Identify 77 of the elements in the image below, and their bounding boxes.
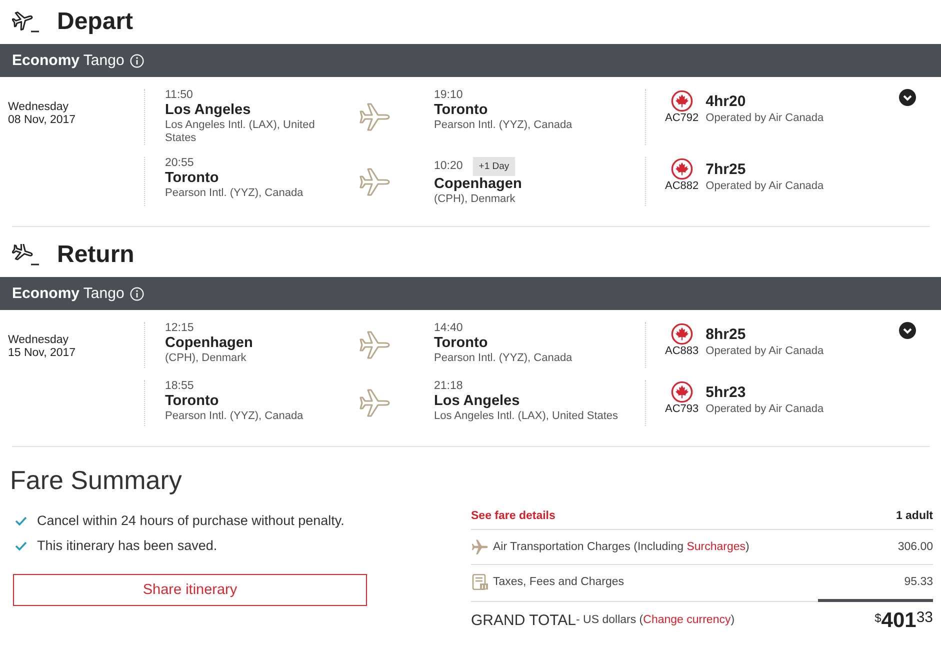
check-icon <box>15 516 27 526</box>
share-itinerary-button[interactable]: Share itinerary <box>13 574 367 606</box>
operator-text: Operated by Air Canada <box>706 403 825 415</box>
departure-city: Toronto <box>165 393 219 410</box>
travel-date: 15 Nov, 2017 <box>8 347 77 360</box>
flight-number: AC792 <box>665 112 699 124</box>
currency-note: - US dollars (Change currency) <box>576 614 735 626</box>
departure-airport: Los Angeles Intl. (LAX), United States <box>165 119 316 145</box>
arrival-time: 21:18 <box>434 380 463 393</box>
departure-airport: (CPH), Denmark <box>165 352 246 365</box>
plane-icon <box>359 329 391 361</box>
travel-date: 08 Nov, 2017 <box>8 114 77 127</box>
surcharges-link[interactable]: Surcharges <box>686 541 746 553</box>
flight-number: AC883 <box>665 345 699 357</box>
charge-label: Taxes, Fees and Charges <box>493 576 624 588</box>
departure-time: 18:55 <box>165 380 194 393</box>
fare-class-label: Economy Tango <box>12 52 124 69</box>
departure-city: Copenhagen <box>165 335 253 352</box>
info-icon[interactable] <box>130 54 144 68</box>
operator-text: Operated by Air Canada <box>706 345 825 357</box>
maple-leaf-icon <box>670 158 693 180</box>
flight-duration: 7hr25 <box>706 160 747 178</box>
flight-number: AC793 <box>665 403 699 415</box>
chevron-down-icon[interactable] <box>899 322 916 339</box>
day-offset-badge: +1 Day <box>472 157 516 176</box>
plane-icon <box>359 166 391 198</box>
plane-icon <box>471 539 489 555</box>
departure-time: 11:50 <box>165 89 193 102</box>
flight-duration: 4hr20 <box>706 92 747 110</box>
passenger-count: 1 adult <box>896 510 933 522</box>
departure-time: 12:15 <box>165 322 194 335</box>
chevron-down-icon[interactable] <box>899 89 916 106</box>
arrival-time: 14:40 <box>434 322 463 335</box>
arrival-airport: Pearson Intl. (YYZ), Canada <box>434 352 572 365</box>
calculator-icon <box>471 574 489 590</box>
arrival-airport: Pearson Intl. (YYZ), Canada <box>434 119 572 132</box>
arrival-airport: Los Angeles Intl. (LAX), United States <box>434 410 618 423</box>
note-text: Cancel within 24 hours of purchase without penalty. <box>37 513 344 528</box>
arrival-city: Copenhagen <box>434 176 522 193</box>
arrival-time: 10:20 <box>434 160 463 173</box>
departure-city: Los Angeles <box>165 102 251 119</box>
charge-amount: 95.33 <box>904 576 933 588</box>
weekday-text: Wednesday <box>8 334 70 347</box>
departure-airport: Pearson Intl. (YYZ), Canada <box>165 187 304 200</box>
plane-icon <box>359 101 391 133</box>
charge-amount: 306.00 <box>898 541 933 553</box>
grand-total-label: GRAND TOTAL <box>471 612 576 628</box>
section-title: Return <box>57 241 134 269</box>
operator-text: Operated by Air Canada <box>706 180 825 192</box>
fare-class-label: Economy Tango <box>12 285 124 302</box>
departure-time: 20:55 <box>165 157 194 170</box>
arrival-airport: (CPH), Denmark <box>434 193 516 206</box>
info-icon[interactable] <box>130 286 144 300</box>
fare-details-link[interactable]: See fare details <box>471 510 556 522</box>
landing-plane-icon <box>12 244 42 266</box>
maple-leaf-icon <box>670 90 693 112</box>
arrival-city: Toronto <box>434 102 488 119</box>
arrival-city: Toronto <box>434 335 488 352</box>
flight-number: AC882 <box>665 180 699 192</box>
departure-city: Toronto <box>165 170 219 187</box>
check-icon <box>15 540 27 550</box>
arrival-city: Los Angeles <box>434 393 520 410</box>
departure-airport: Pearson Intl. (YYZ), Canada <box>165 410 304 423</box>
maple-leaf-icon <box>670 381 693 403</box>
operator-text: Operated by Air Canada <box>706 112 825 124</box>
change-currency-link[interactable]: Change currency <box>643 614 731 626</box>
note-text: This itinerary has been saved. <box>37 538 218 553</box>
section-title: Depart <box>57 8 134 36</box>
flight-duration: 8hr25 <box>706 326 747 342</box>
maple-leaf-icon <box>670 323 693 345</box>
arrival-time: 19:10 <box>434 89 463 102</box>
flight-duration: 5hr23 <box>706 384 747 400</box>
charge-label: Air Transportation Charges (Including Surcharges) <box>493 541 750 553</box>
takeoff-plane-icon <box>12 11 42 33</box>
weekday-text: Wednesday <box>8 101 70 114</box>
fare-summary-title: Fare Summary <box>10 464 182 496</box>
plane-icon <box>359 387 391 419</box>
